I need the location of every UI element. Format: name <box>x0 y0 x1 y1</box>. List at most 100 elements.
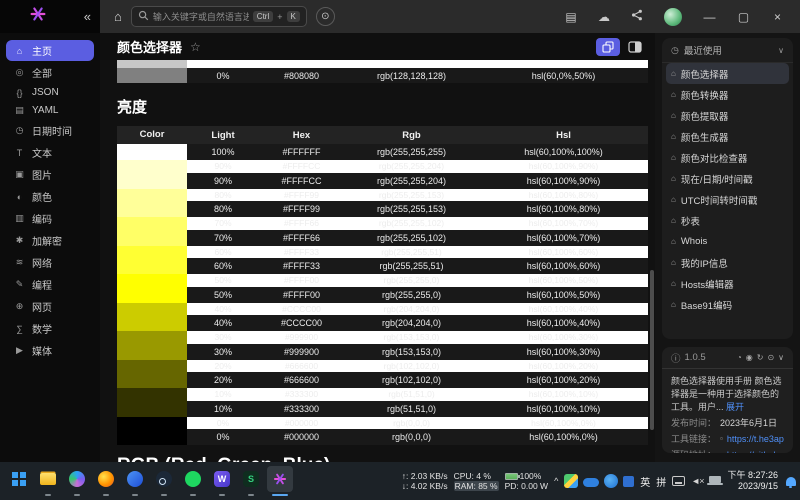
color-table-row[interactable]: 40%#CCCC00rgb(204,204,0)hsl(60,100%,40%) <box>117 315 648 331</box>
sidebar-item-network[interactable]: ≋网络 <box>6 252 94 273</box>
info-body: 颜色选择器使用手册 颜色选择器是一种用于选择颜色的工具。用户... 展开 发布时… <box>662 369 793 453</box>
programming-icon: ✎ <box>14 279 25 290</box>
ime-mode-indicator[interactable]: 英 <box>640 474 650 489</box>
recent-item-base91[interactable]: ⌂Base91编码 <box>666 294 789 315</box>
cloud-sync-icon[interactable]: ☁ <box>592 10 616 24</box>
color-table-row[interactable]: 20%#666600rgb(102,102,0)hsl(60,100%,20%) <box>117 372 648 388</box>
brightness-table: ColorLightHexRgbHsl100%#FFFFFFrgb(255,25… <box>117 126 648 445</box>
sidebar-item-media[interactable]: ▶媒体 <box>6 340 94 361</box>
sidebar-item-image[interactable]: ▣图片 <box>6 164 94 185</box>
weather-icon[interactable] <box>564 474 578 488</box>
maximize-button[interactable]: ▢ <box>731 10 756 24</box>
tool-header: 颜色选择器 ☆ <box>100 33 655 60</box>
sidebar-item-math[interactable]: ∑数学 <box>6 318 94 339</box>
light-cell: 20% <box>187 375 259 385</box>
security-icon[interactable] <box>604 474 618 488</box>
sidebar-item-web[interactable]: ⊕网页 <box>6 296 94 317</box>
collapse-sidebar-icon[interactable]: « <box>84 9 91 24</box>
copy-button[interactable] <box>596 38 620 56</box>
ghost-cell: hsl(60,100%,50%) <box>479 275 648 285</box>
minimize-button[interactable]: — <box>697 10 722 24</box>
taskbar-spotify-icon[interactable] <box>180 466 206 492</box>
search-input[interactable]: 输入关键字或自然语言进... Ctrl + K <box>131 6 307 27</box>
expand-link[interactable]: 展开 <box>726 402 744 412</box>
color-table-row[interactable]: 10%#333300rgb(51,51,0)hsl(60,100%,10%) <box>117 401 648 417</box>
recent-item-my-ip[interactable]: ⌂我的IP信息 <box>666 252 789 273</box>
recent-item-whois[interactable]: ⌂Whois <box>666 231 789 252</box>
taskbar-s-app-icon[interactable]: S <box>238 466 264 492</box>
sidebar-item-text[interactable]: T文本 <box>6 142 94 163</box>
sidebar-item-datetime[interactable]: ◷日期时间 <box>6 120 94 141</box>
sidebar-item-all[interactable]: ◎全部 <box>6 62 94 83</box>
notification-bell-icon[interactable] <box>786 477 796 486</box>
content-scrollbar[interactable] <box>650 270 654 430</box>
recent-item-stopwatch[interactable]: ⌂秒表 <box>666 210 789 231</box>
color-table-row[interactable]: 80%#FFFF99rgb(255,255,153)hsl(60,100%,80… <box>117 201 648 217</box>
ghost-cell: hsl(60,100%,10%) <box>479 389 648 399</box>
check-icon[interactable]: ⊙ <box>767 353 774 362</box>
laptop-icon[interactable] <box>709 476 721 483</box>
recent-item-color-converter[interactable]: ⌂颜色转换器 <box>666 84 789 105</box>
tool-description: 颜色选择器使用手册 颜色选择器是一种用于选择颜色的工具。用户... 展开 <box>671 375 784 414</box>
field-link[interactable]: https://t.he3app.co... <box>727 433 784 446</box>
blue-square-icon[interactable] <box>623 476 634 487</box>
image-icon: ▣ <box>14 169 25 180</box>
recent-header[interactable]: ◷ 最近使用 ∨ <box>662 38 793 63</box>
touch-keyboard-icon[interactable] <box>672 476 685 486</box>
taskbar-copilot-icon[interactable] <box>64 466 90 492</box>
sidebar-item-label: 数学 <box>32 321 52 336</box>
recent-item-contrast-checker[interactable]: ⌂颜色对比检查器 <box>666 147 789 168</box>
color-table-row[interactable]: 50%#FFFF00rgb(255,255,0)hsl(60,100%,50%) <box>117 287 648 303</box>
recent-item-now-date-timestamp[interactable]: ⌂现在/日期/时间戳 <box>666 168 789 189</box>
recent-item-color-generator[interactable]: ⌂颜色生成器 <box>666 126 789 147</box>
tray-overflow-chevron[interactable]: ^ <box>554 476 558 486</box>
taskbar-clock[interactable]: 下午 8:27:26 2023/9/15 <box>727 470 778 492</box>
sidebar-item-crypto[interactable]: ✱加解密 <box>6 230 94 251</box>
sidebar-item-yaml[interactable]: ▤YAML <box>6 102 94 119</box>
collapse-chevron-icon[interactable]: ∨ <box>778 353 784 362</box>
taskbar-steam-icon[interactable] <box>151 466 177 492</box>
taskbar-blue-app-icon[interactable] <box>122 466 148 492</box>
sidebar-item-home[interactable]: ⌂主页 <box>6 40 94 61</box>
color-table-row[interactable]: 30%#999900rgb(153,153,0)hsl(60,100%,30%) <box>117 344 648 360</box>
datetime-icon: ◷ <box>14 125 25 136</box>
taskbar-explorer-icon[interactable] <box>35 466 61 492</box>
sidebar-item-color[interactable]: ◐颜色 <box>6 186 94 207</box>
taskbar-firefox-icon[interactable] <box>93 466 119 492</box>
sidebar-item-encode[interactable]: ▥编码 <box>6 208 94 229</box>
home-icon[interactable]: ⌂ <box>114 9 122 24</box>
share-icon[interactable] <box>625 9 649 24</box>
speaker-muted-icon[interactable]: ◄× <box>691 476 703 486</box>
taskbar-w-app-icon[interactable]: W <box>209 466 235 492</box>
recent-item-hosts-editor[interactable]: ⌂Hosts编辑器 <box>666 273 789 294</box>
refresh-icon[interactable]: ↻ <box>757 353 764 362</box>
recent-item-color-picker[interactable]: ⌂颜色选择器 <box>666 63 789 84</box>
hsl-cell: hsl(60,100%,0%) <box>479 432 648 442</box>
split-view-icon[interactable] <box>628 41 642 53</box>
color-table-row[interactable]: 60%#FFFF33rgb(255,255,51)hsl(60,100%,60%… <box>117 258 648 274</box>
onedrive-icon[interactable] <box>583 478 599 487</box>
taskbar-he3-icon[interactable] <box>267 466 293 492</box>
tips-bulb-icon[interactable]: ⊙ <box>316 7 335 26</box>
ime-pinyin-indicator[interactable]: 拼 <box>656 474 666 489</box>
ghost-cell: 70% <box>187 218 259 228</box>
color-table-row[interactable]: 100%#FFFFFFrgb(255,255,255)hsl(60,100%,1… <box>117 144 648 160</box>
recent-item-utc-to-timestamp[interactable]: ⌂UTC时间转时间戳 <box>666 189 789 210</box>
close-button[interactable]: × <box>765 10 790 24</box>
user-avatar[interactable] <box>664 8 682 26</box>
field-link[interactable]: https://github.com... <box>727 449 784 453</box>
taskbar-start-icon[interactable] <box>6 466 32 492</box>
browser-icon[interactable]: ◉ <box>746 353 753 362</box>
color-table-row[interactable]: 90%#FFFFCCrgb(255,255,204)hsl(60,100%,90… <box>117 173 648 189</box>
favorite-star-icon[interactable]: ☆ <box>190 40 201 54</box>
recent-item-color-extractor[interactable]: ⌂颜色提取器 <box>666 105 789 126</box>
prev-table-row[interactable]: 0% #808080 rgb(128,128,128) hsl(60,0%,50… <box>117 68 648 83</box>
color-table-row[interactable]: 70%#FFFF66rgb(255,255,102)hsl(60,100%,70… <box>117 230 648 246</box>
sidebar-item-json[interactable]: {}JSON <box>6 84 94 101</box>
color-table-row[interactable]: 0%#000000rgb(0,0,0)hsl(60,100%,0%) <box>117 429 648 445</box>
color-swatch <box>117 144 187 160</box>
hsl-cell: hsl(60,100%,60%) <box>479 261 648 271</box>
history-icon[interactable]: ◔ <box>737 353 742 362</box>
sidebar-item-programming[interactable]: ✎编程 <box>6 274 94 295</box>
changelog-icon[interactable]: ▤ <box>559 10 583 24</box>
